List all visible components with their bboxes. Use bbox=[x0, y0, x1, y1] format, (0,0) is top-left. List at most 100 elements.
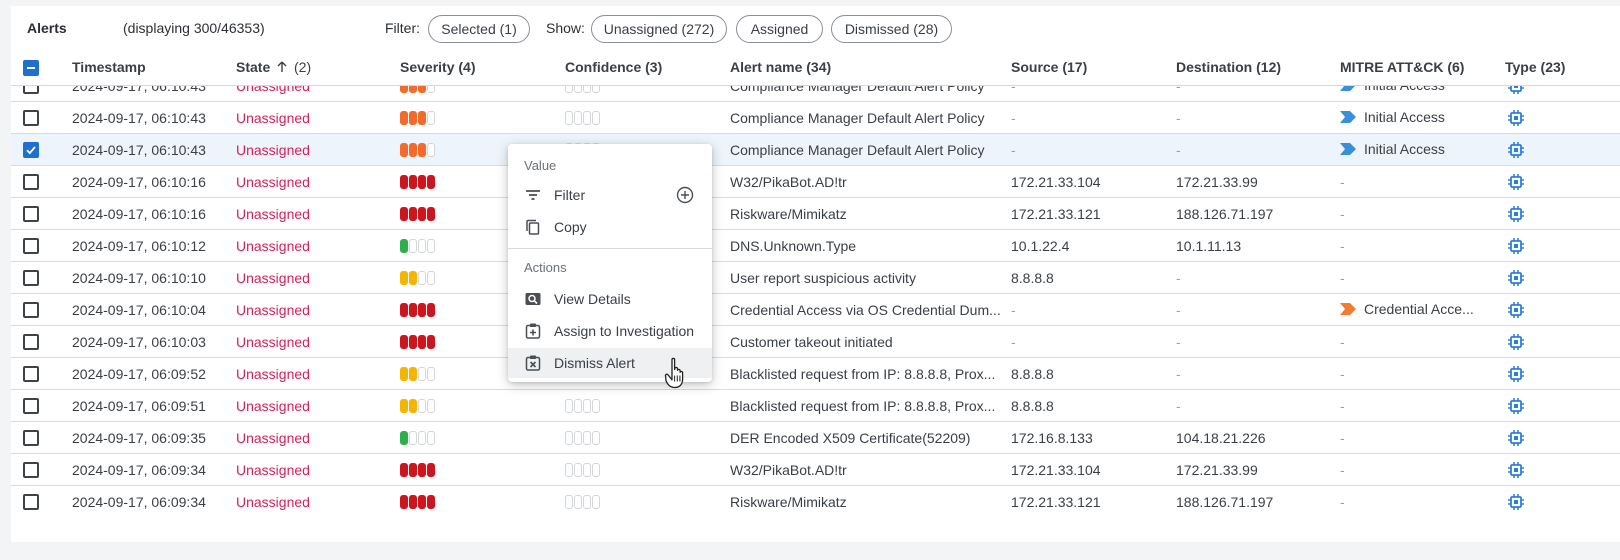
alert-name-cell: Riskware/Mimikatz bbox=[730, 206, 847, 222]
column-state[interactable]: State (2) bbox=[236, 59, 311, 75]
row-checkbox[interactable] bbox=[23, 206, 39, 222]
select-all-checkbox[interactable] bbox=[23, 60, 39, 76]
column-confidence[interactable]: Confidence (3) bbox=[565, 59, 662, 75]
row-checkbox[interactable] bbox=[23, 302, 39, 318]
state-cell: Unassigned bbox=[236, 174, 310, 190]
column-severity[interactable]: Severity (4) bbox=[400, 59, 475, 75]
confidence-bar bbox=[565, 431, 573, 445]
severity-bar bbox=[427, 111, 435, 125]
add-filter-icon[interactable] bbox=[676, 186, 694, 204]
severity-bar bbox=[400, 271, 408, 285]
chip-icon[interactable] bbox=[1507, 365, 1525, 383]
severity-bar bbox=[409, 175, 417, 189]
row-checkbox[interactable] bbox=[23, 86, 39, 94]
chip-icon[interactable] bbox=[1507, 173, 1525, 191]
table-row[interactable]: 2024-09-17, 06:10:43 Unassigned Compliance… bbox=[11, 134, 1620, 166]
severity-bar bbox=[418, 367, 426, 381]
table-row[interactable]: 2024-09-17, 06:10:16 Unassigned W32/PikaBo… bbox=[11, 166, 1620, 198]
table-row[interactable]: 2024-09-17, 06:10:12 Unassigned DNS.Unknow… bbox=[11, 230, 1620, 262]
column-type[interactable]: Type (23) bbox=[1505, 59, 1565, 75]
menu-filter-label: Filter bbox=[554, 187, 586, 203]
chip-icon[interactable] bbox=[1507, 205, 1525, 223]
state-cell: Unassigned bbox=[236, 430, 310, 446]
show-unassigned-button[interactable]: Unassigned (272) bbox=[591, 15, 727, 43]
severity-bar bbox=[427, 463, 435, 477]
row-checkbox[interactable] bbox=[23, 238, 39, 254]
menu-view-details[interactable]: View Details bbox=[508, 284, 712, 314]
table-row[interactable]: 2024-09-17, 06:10:16 Unassigned Riskware/M… bbox=[11, 198, 1620, 230]
chip-icon[interactable] bbox=[1507, 397, 1525, 415]
row-checkbox[interactable] bbox=[23, 494, 39, 510]
menu-copy[interactable]: Copy bbox=[508, 212, 712, 242]
column-alert-name[interactable]: Alert name (34) bbox=[730, 59, 831, 75]
severity-bar bbox=[427, 495, 435, 509]
row-checkbox[interactable] bbox=[23, 142, 39, 158]
row-checkbox[interactable] bbox=[23, 430, 39, 446]
row-checkbox[interactable] bbox=[23, 174, 39, 190]
table-row[interactable]: 2024-09-17, 06:09:34 Unassigned Riskware/M… bbox=[11, 486, 1620, 516]
chip-icon[interactable] bbox=[1507, 461, 1525, 479]
severity-bar bbox=[409, 239, 417, 253]
table-row[interactable]: 2024-09-17, 06:10:04 Unassigned Credential… bbox=[11, 294, 1620, 326]
severity-bar bbox=[418, 175, 426, 189]
table-row[interactable]: 2024-09-17, 06:10:43 Unassigned Compliance… bbox=[11, 86, 1620, 102]
confidence-bar bbox=[574, 495, 582, 509]
table-row[interactable]: 2024-09-17, 06:09:51 Unassigned Blackliste… bbox=[11, 390, 1620, 422]
table-row[interactable]: 2024-09-17, 06:09:34 Unassigned W32/PikaBo… bbox=[11, 454, 1620, 486]
chip-icon[interactable] bbox=[1507, 301, 1525, 319]
filter-selected-button[interactable]: Selected (1) bbox=[428, 15, 530, 43]
chip-icon[interactable] bbox=[1507, 141, 1525, 159]
chip-icon[interactable] bbox=[1507, 493, 1525, 511]
chip-icon[interactable] bbox=[1507, 333, 1525, 351]
row-checkbox[interactable] bbox=[23, 366, 39, 382]
column-source[interactable]: Source (17) bbox=[1011, 59, 1087, 75]
row-checkbox[interactable] bbox=[23, 110, 39, 126]
chip-icon[interactable] bbox=[1507, 429, 1525, 447]
severity-bar bbox=[409, 86, 417, 93]
confidence-indicator bbox=[565, 86, 600, 93]
chip-icon[interactable] bbox=[1507, 269, 1525, 287]
confidence-bar bbox=[592, 111, 600, 125]
column-mitre[interactable]: MITRE ATT&CK (6) bbox=[1340, 59, 1464, 75]
severity-bar bbox=[409, 303, 417, 317]
state-cell: Unassigned bbox=[236, 270, 310, 286]
table-row[interactable]: 2024-09-17, 06:09:35 Unassigned DER Encode… bbox=[11, 422, 1620, 454]
mitre-label: Initial Access bbox=[1364, 109, 1445, 125]
confidence-bar bbox=[592, 399, 600, 413]
severity-bar bbox=[427, 207, 435, 221]
table-row[interactable]: 2024-09-17, 06:10:10 Unassigned User repor… bbox=[11, 262, 1620, 294]
table-row[interactable]: 2024-09-17, 06:10:03 Unassigned Customer t… bbox=[11, 326, 1620, 358]
confidence-bar bbox=[565, 463, 573, 477]
alert-name-cell: Blacklisted request from IP: 8.8.8.8, Pr… bbox=[730, 398, 996, 414]
severity-bar bbox=[400, 431, 408, 445]
timestamp-cell: 2024-09-17, 06:10:16 bbox=[72, 174, 206, 190]
timestamp-cell: 2024-09-17, 06:10:04 bbox=[72, 302, 206, 318]
column-timestamp[interactable]: Timestamp bbox=[72, 59, 146, 75]
row-checkbox[interactable] bbox=[23, 334, 39, 350]
show-assigned-button[interactable]: Assigned bbox=[736, 15, 823, 43]
row-checkbox[interactable] bbox=[23, 462, 39, 478]
menu-view-details-label: View Details bbox=[554, 291, 631, 307]
column-destination[interactable]: Destination (12) bbox=[1176, 59, 1281, 75]
table-row[interactable]: 2024-09-17, 06:09:52 Unassigned Blackliste… bbox=[11, 358, 1620, 390]
severity-indicator bbox=[400, 431, 435, 445]
menu-filter[interactable]: Filter bbox=[508, 180, 712, 210]
severity-bar bbox=[418, 303, 426, 317]
severity-bar bbox=[427, 271, 435, 285]
source-cell: - bbox=[1011, 334, 1016, 350]
chip-icon[interactable] bbox=[1507, 237, 1525, 255]
severity-bar bbox=[400, 399, 408, 413]
menu-assign-investigation[interactable]: Assign to Investigation bbox=[508, 316, 712, 346]
row-checkbox[interactable] bbox=[23, 398, 39, 414]
severity-bar bbox=[427, 175, 435, 189]
confidence-bar bbox=[565, 495, 573, 509]
destination-cell: 188.126.71.197 bbox=[1176, 494, 1274, 510]
state-cell: Unassigned bbox=[236, 142, 310, 158]
severity-indicator bbox=[400, 207, 435, 221]
row-checkbox[interactable] bbox=[23, 270, 39, 286]
show-dismissed-button[interactable]: Dismissed (28) bbox=[831, 15, 952, 43]
chip-icon[interactable] bbox=[1507, 109, 1525, 127]
table-row[interactable]: 2024-09-17, 06:10:43 Unassigned Compliance… bbox=[11, 102, 1620, 134]
timestamp-cell: 2024-09-17, 06:10:12 bbox=[72, 238, 206, 254]
chip-icon[interactable] bbox=[1507, 86, 1525, 95]
